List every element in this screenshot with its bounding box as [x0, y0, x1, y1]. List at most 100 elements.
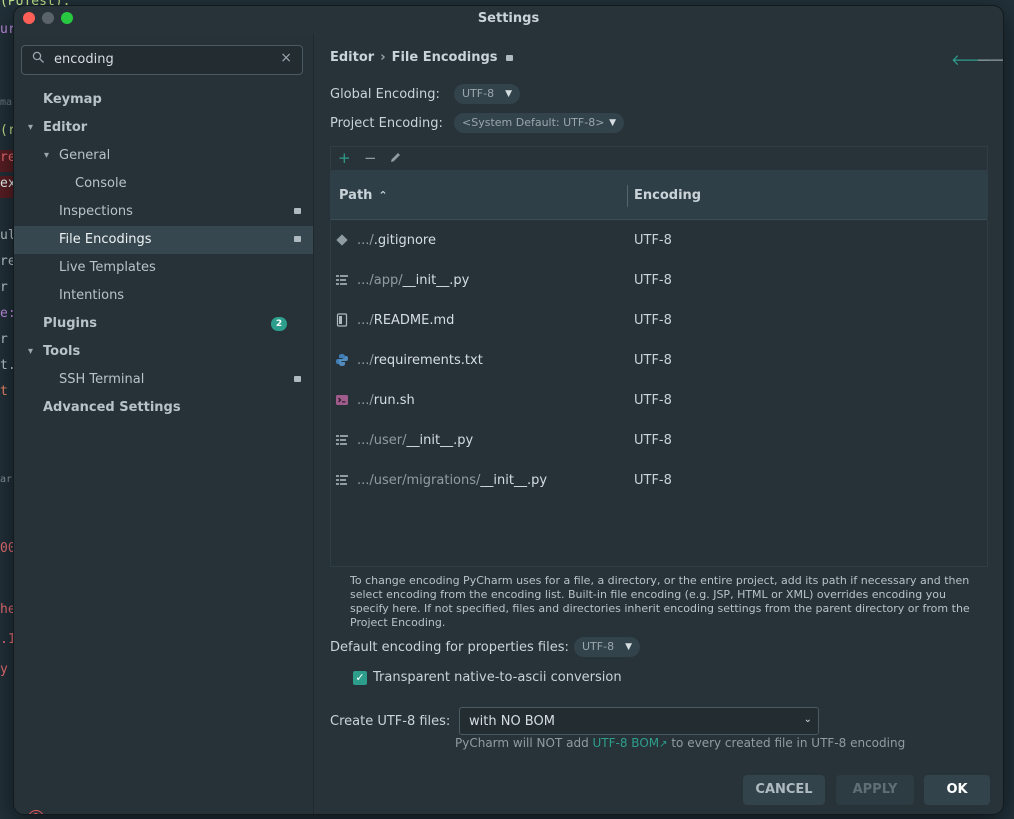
row-encoding[interactable]: UTF-8 — [634, 433, 672, 448]
table-row[interactable]: .../.gitignore UTF-8 — [331, 221, 987, 261]
edit-icon[interactable] — [389, 150, 402, 168]
bg-code-fragment: r — [0, 332, 8, 347]
bg-code-fragment: t — [0, 384, 8, 399]
table-row[interactable]: .../user/__init__.py UTF-8 — [331, 421, 987, 461]
close-window-button[interactable] — [23, 12, 35, 24]
project-level-icon — [294, 376, 301, 382]
caret-down-icon: ▼ — [625, 642, 632, 652]
sidebar-item-ssh-terminal[interactable]: SSH Terminal — [14, 366, 313, 394]
project-encoding-value: <System Default: UTF-8> — [462, 116, 605, 129]
sidebar-item-inspections[interactable]: Inspections — [14, 198, 313, 226]
row-encoding[interactable]: UTF-8 — [634, 273, 672, 288]
sidebar-item-live-templates[interactable]: Live Templates — [14, 254, 313, 282]
clear-search-icon[interactable]: × — [280, 50, 292, 66]
utf8-bom-link[interactable]: UTF-8 BOM — [593, 736, 660, 750]
row-path-file: __init__.py — [402, 273, 470, 288]
column-header-label: Path — [339, 188, 373, 203]
sidebar-item-advanced-settings[interactable]: Advanced Settings — [14, 394, 313, 422]
sidebar-item-label: Tools — [43, 344, 81, 359]
remove-icon[interactable]: − — [364, 149, 377, 167]
row-path-file: requirements.txt — [373, 353, 483, 368]
project-level-icon — [506, 55, 513, 61]
row-encoding[interactable]: UTF-8 — [634, 233, 672, 248]
settings-sidebar: encoding × Keymap ▾ Editor ▾ General Con… — [14, 34, 314, 814]
sidebar-item-console[interactable]: Console — [14, 170, 313, 198]
breadcrumb: Editor › File Encodings — [330, 50, 498, 65]
row-path-dir: .../ — [357, 393, 374, 408]
breadcrumb-parent[interactable]: Editor — [330, 50, 374, 65]
ok-button[interactable]: OK — [924, 775, 990, 805]
chevron-down-icon[interactable]: ▾ — [28, 114, 33, 142]
row-path-file: __init__.py — [406, 433, 474, 448]
column-divider — [627, 185, 628, 207]
sidebar-item-label: Inspections — [59, 204, 133, 219]
row-path-dir: .../app/ — [357, 273, 403, 288]
transparent-conversion-checkbox[interactable]: ✓ — [353, 671, 367, 685]
minimize-window-button[interactable] — [42, 12, 54, 24]
row-encoding[interactable]: UTF-8 — [634, 313, 672, 328]
row-path-file: run.sh — [373, 393, 415, 408]
row-path-file: .gitignore — [373, 233, 436, 248]
sidebar-item-label: Keymap — [43, 92, 102, 107]
settings-search[interactable]: encoding × — [21, 45, 303, 75]
python-init-file-icon — [335, 273, 349, 287]
sidebar-item-label: Intentions — [59, 288, 125, 303]
maximize-window-button[interactable] — [61, 12, 73, 24]
row-path: .../user/migrations/__init__.py — [357, 473, 547, 488]
row-encoding[interactable]: UTF-8 — [634, 473, 672, 488]
forward-arrow-icon[interactable]: 🡒 — [976, 50, 1003, 69]
create-utf8-value: with NO BOM — [469, 714, 555, 729]
project-encoding-combo[interactable]: <System Default: UTF-8> ▼ — [454, 113, 624, 133]
caret-down-icon: ▼ — [505, 89, 512, 99]
bg-code-fragment: r — [0, 280, 8, 295]
sidebar-item-intentions[interactable]: Intentions — [14, 282, 313, 310]
column-header-encoding[interactable]: Encoding — [634, 188, 701, 203]
external-link-icon[interactable]: ↗ — [659, 739, 667, 750]
sidebar-item-label: Advanced Settings — [43, 400, 181, 415]
settings-dialog: Settings encoding × Keymap ▾ Editor ▾ Ge… — [14, 6, 1003, 814]
table-row[interactable]: .../run.sh UTF-8 — [331, 381, 987, 421]
apply-button[interactable]: APPLY — [836, 775, 914, 805]
global-encoding-label: Global Encoding: — [330, 87, 440, 102]
sidebar-item-general[interactable]: ▾ General — [14, 142, 313, 170]
table-row[interactable]: .../user/migrations/__init__.py UTF-8 — [331, 461, 987, 501]
caret-down-icon: ▼ — [609, 118, 616, 128]
sidebar-item-editor[interactable]: ▾ Editor — [14, 114, 313, 142]
search-input[interactable]: encoding — [54, 52, 114, 67]
transparent-conversion-label[interactable]: Transparent native-to-ascii conversion — [373, 670, 622, 685]
sidebar-item-plugins[interactable]: Plugins 2 — [14, 310, 313, 338]
sidebar-item-keymap[interactable]: Keymap — [14, 86, 313, 114]
properties-encoding-combo[interactable]: UTF-8 ▼ — [574, 637, 640, 657]
column-header-path[interactable]: Path ⌃ — [339, 188, 388, 203]
chevron-down-icon[interactable]: ▾ — [28, 338, 33, 366]
project-encoding-label: Project Encoding: — [330, 116, 443, 131]
chevron-down-icon[interactable]: ▾ — [44, 142, 49, 170]
project-level-icon — [294, 208, 301, 214]
create-utf8-select[interactable]: with NO BOM ⌄ — [459, 707, 819, 735]
encoding-help-note: To change encoding PyCharm uses for a fi… — [350, 574, 970, 629]
row-path: .../user/__init__.py — [357, 433, 473, 448]
sidebar-item-label: File Encodings — [59, 232, 152, 247]
python-requirements-icon — [335, 353, 349, 367]
table-row[interactable]: .../requirements.txt UTF-8 — [331, 341, 987, 381]
row-encoding[interactable]: UTF-8 — [634, 353, 672, 368]
sidebar-item-tools[interactable]: ▾ Tools — [14, 338, 313, 366]
bg-code-fragment: ex — [0, 176, 16, 198]
global-encoding-combo[interactable]: UTF-8 ▼ — [454, 84, 520, 104]
help-button[interactable]: ? — [28, 810, 44, 814]
sidebar-item-label: General — [59, 148, 111, 163]
table-row[interactable]: .../README.md UTF-8 — [331, 301, 987, 341]
table-row[interactable]: .../app/__init__.py UTF-8 — [331, 261, 987, 301]
chevron-down-icon: ⌄ — [803, 714, 812, 725]
bg-code-fragment: y — [0, 662, 8, 677]
cancel-button[interactable]: CANCEL — [743, 775, 825, 805]
add-icon[interactable]: + — [338, 149, 351, 167]
row-path-dir: .../ — [357, 353, 374, 368]
settings-content: Editor › File Encodings 🡐 🡒 Global Encodin… — [314, 34, 1003, 814]
window-title: Settings — [477, 11, 540, 26]
python-init-file-icon — [335, 433, 349, 447]
sidebar-item-file-encodings[interactable]: File Encodings — [14, 226, 313, 254]
search-icon — [32, 51, 45, 68]
row-encoding[interactable]: UTF-8 — [634, 393, 672, 408]
sidebar-item-label: Plugins — [43, 316, 97, 331]
